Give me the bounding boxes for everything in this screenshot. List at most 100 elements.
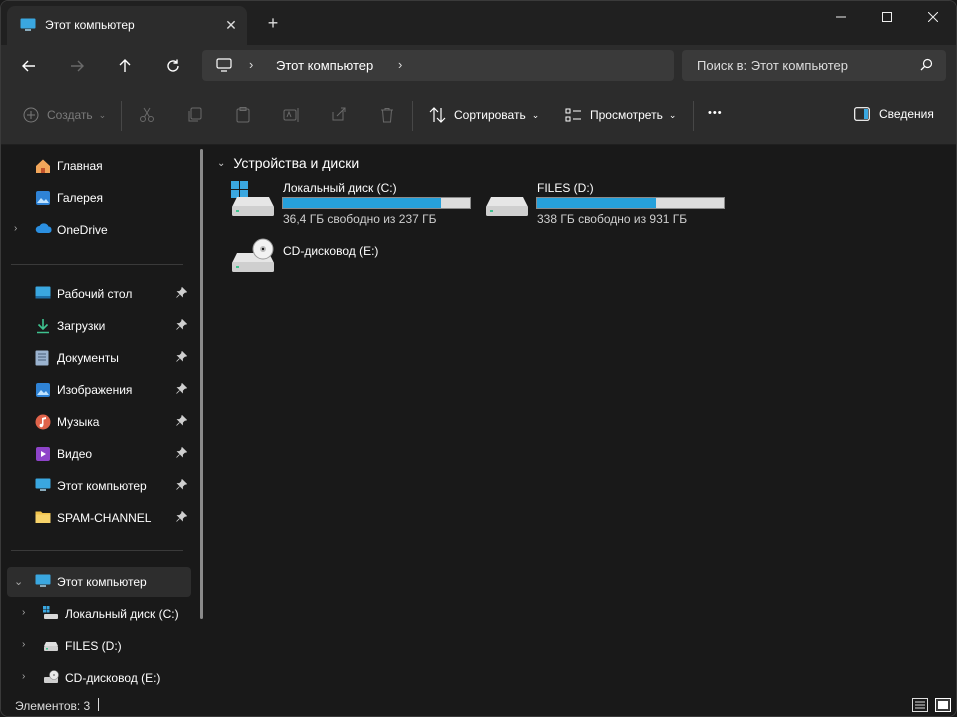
details-label: Сведения — [879, 107, 934, 121]
sidebar-item-label: Изображения — [57, 383, 133, 397]
pin-icon[interactable] — [176, 510, 188, 525]
sidebar-item-this-pc[interactable]: ⌄ Этот компьютер — [7, 567, 191, 597]
sidebar-item-documents[interactable]: Документы — [7, 343, 191, 373]
up-button[interactable] — [112, 54, 138, 78]
copy-icon — [188, 107, 202, 122]
cd-drive-icon — [231, 237, 275, 276]
pin-icon[interactable] — [176, 350, 188, 365]
copy-button[interactable] — [187, 107, 203, 123]
drive-usage-fill — [283, 198, 442, 208]
sidebar-item-music[interactable]: Музыка — [7, 407, 191, 437]
divider — [11, 550, 183, 551]
pin-icon[interactable] — [176, 286, 188, 301]
cut-button[interactable] — [139, 107, 155, 123]
close-tab-button[interactable]: ✕ — [221, 15, 241, 35]
chevron-right-icon[interactable]: › — [22, 639, 25, 650]
drive-tile-c[interactable]: Локальный диск (C:) 36,4 ГБ свободно из … — [231, 179, 481, 229]
sidebar-item-label: Видео — [57, 447, 93, 461]
paste-button[interactable] — [235, 107, 251, 123]
delete-button[interactable] — [379, 107, 395, 123]
breadcrumb-this-pc[interactable]: Этот компьютер — [276, 58, 373, 73]
drive-icon — [485, 181, 529, 220]
sidebar-item-onedrive[interactable]: › OneDrive — [7, 215, 191, 245]
cloud-icon — [35, 222, 53, 237]
windows-drive-icon — [231, 181, 275, 220]
sidebar-item-files-d[interactable]: › FILES (D:) — [7, 631, 191, 661]
details-view-icon[interactable] — [912, 698, 928, 715]
create-button[interactable]: Создать ⌄ — [23, 107, 106, 123]
forward-button[interactable] — [64, 54, 90, 78]
pin-icon[interactable] — [176, 478, 188, 493]
new-tab-button[interactable]: + — [263, 13, 283, 33]
sidebar-item-label: CD-дисковод (E:) — [65, 671, 161, 685]
sidebar-item-pictures[interactable]: Изображения — [7, 375, 191, 405]
sidebar-item-desktop[interactable]: Рабочий стол — [7, 279, 191, 309]
search-box[interactable]: Поиск в: Этот компьютер — [682, 50, 946, 81]
sidebar-item-label: Загрузки — [57, 319, 106, 333]
sidebar-item-label: Галерея — [57, 191, 104, 205]
chevron-right-icon[interactable]: › — [14, 223, 17, 234]
close-window-button[interactable] — [910, 1, 956, 33]
sort-label: Сортировать — [454, 108, 526, 122]
desktop-icon — [35, 286, 51, 303]
sidebar-item-label: Главная — [57, 159, 103, 173]
gallery-icon — [35, 190, 51, 209]
divider — [11, 264, 183, 265]
sidebar-item-gallery[interactable]: Галерея — [7, 183, 191, 213]
tab-this-pc[interactable]: Этот компьютер ✕ — [7, 6, 247, 45]
share-icon — [332, 107, 346, 121]
rename-button[interactable] — [283, 107, 299, 123]
sidebar-item-home[interactable]: Главная — [7, 151, 191, 181]
sidebar-item-cd-drive-e[interactable]: › CD-дисковод (E:) — [7, 663, 191, 693]
pin-icon[interactable] — [176, 414, 188, 429]
computer-icon — [35, 574, 51, 591]
sidebar-item-videos[interactable]: Видео — [7, 439, 191, 469]
pin-icon[interactable] — [176, 318, 188, 333]
chevron-down-icon: ⌄ — [217, 157, 226, 169]
pin-icon[interactable] — [176, 446, 188, 461]
drive-name: FILES (D:) — [537, 181, 594, 195]
divider — [693, 101, 694, 131]
sidebar-item-this-pc-pinned[interactable]: Этот компьютер — [7, 471, 191, 501]
pin-icon[interactable] — [176, 382, 188, 397]
chevron-right-icon[interactable]: › — [249, 57, 253, 72]
chevron-down-icon: ⌄ — [531, 109, 540, 120]
share-button[interactable] — [331, 107, 347, 123]
chevron-right-icon[interactable]: › — [22, 607, 25, 618]
status-separator — [98, 698, 99, 711]
sidebar-item-spam-channel[interactable]: SPAM-CHANNEL — [7, 503, 191, 533]
plus-circle-icon — [23, 107, 39, 123]
sidebar-scrollbar[interactable] — [200, 149, 203, 619]
address-bar[interactable]: › Этот компьютер › — [202, 50, 674, 81]
chevron-right-icon[interactable]: › — [22, 671, 25, 682]
group-title: Устройства и диски — [233, 155, 360, 171]
sidebar-item-local-disk-c[interactable]: › Локальный диск (C:) — [7, 599, 191, 629]
sidebar-item-label: Этот компьютер — [57, 479, 147, 493]
command-bar: Создать ⌄ Сортировать ⌄ Просмотреть ⌄ ••… — [1, 87, 956, 145]
monitor-icon — [216, 58, 232, 75]
back-button[interactable] — [16, 54, 42, 78]
details-pane-button[interactable]: Сведения — [854, 107, 934, 121]
tiles-view-icon[interactable] — [935, 698, 951, 715]
computer-icon — [35, 478, 51, 495]
create-label: Создать — [47, 108, 93, 122]
scissors-icon — [140, 107, 154, 122]
view-button[interactable]: Просмотреть ⌄ — [565, 107, 676, 123]
pictures-icon — [35, 382, 51, 401]
music-icon — [35, 414, 51, 433]
drive-tile-e[interactable]: CD-дисковод (E:) — [231, 237, 481, 277]
home-icon — [35, 158, 51, 177]
drive-tile-d[interactable]: FILES (D:) 338 ГБ свободно из 931 ГБ — [485, 179, 735, 229]
group-header-devices[interactable]: ⌄ Устройства и диски — [217, 155, 359, 171]
drive-name: Локальный диск (C:) — [283, 181, 397, 195]
chevron-right-icon[interactable]: › — [398, 57, 402, 72]
sort-button[interactable]: Сортировать ⌄ — [429, 107, 539, 123]
sidebar-item-downloads[interactable]: Загрузки — [7, 311, 191, 341]
navigation-pane: Главная Галерея › OneDrive Рабочий стол … — [1, 145, 211, 691]
maximize-button[interactable] — [864, 1, 910, 33]
minimize-button[interactable] — [818, 1, 864, 33]
chevron-down-icon[interactable]: ⌄ — [14, 575, 23, 588]
refresh-button[interactable] — [160, 54, 186, 78]
more-options-button[interactable]: ••• — [708, 107, 723, 119]
drive-usage-bar — [536, 197, 725, 209]
